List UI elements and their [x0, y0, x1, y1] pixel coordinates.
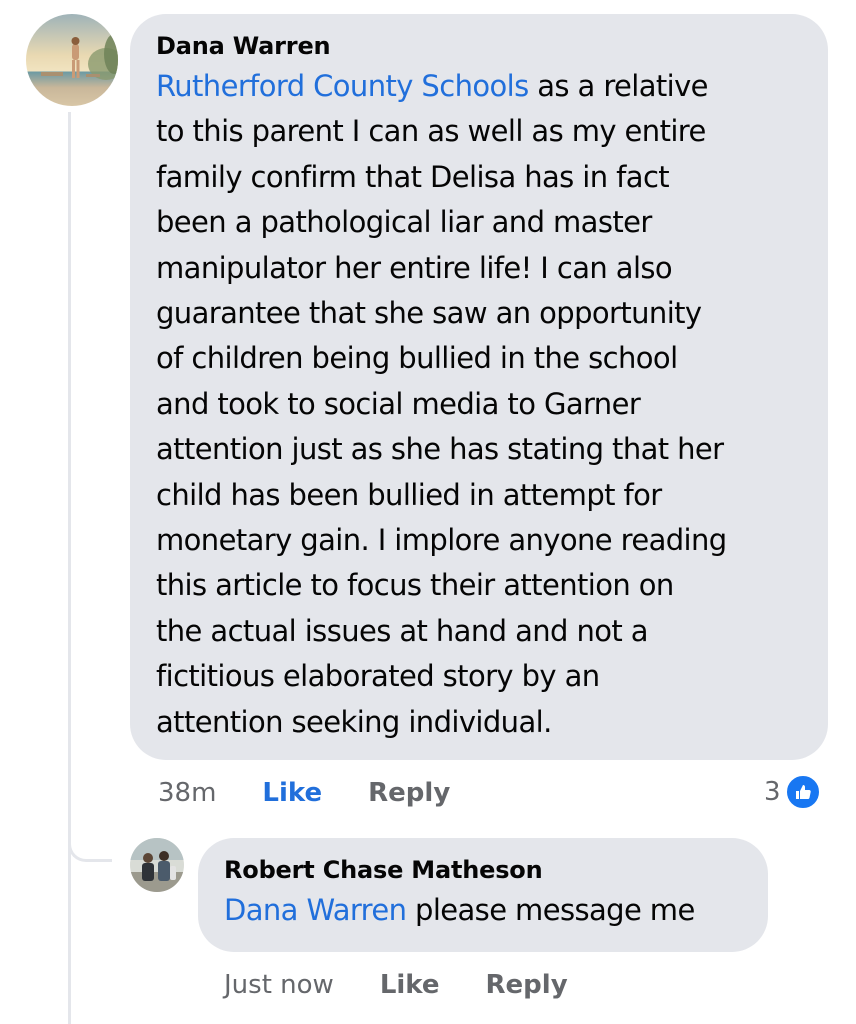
comment-line: as a relative [528, 69, 708, 103]
reply-actions: Just now Like Reply [224, 964, 614, 1006]
comment-line: been a pathological liar and master [156, 205, 652, 240]
comment-line: attention seeking individual. [156, 704, 552, 739]
comment-line: manipulator her entire life! I can also [156, 250, 673, 285]
reply-avatar[interactable] [130, 838, 184, 892]
comment-line: child has been bullied in attempt for [156, 477, 662, 512]
reaction-count: 3 [764, 777, 781, 807]
comment-line: fictitious elaborated story by an [156, 659, 600, 694]
avatar[interactable] [26, 14, 118, 106]
mention-link[interactable]: Dana Warren [224, 893, 407, 927]
comment-line: this article to focus their attention on [156, 568, 674, 603]
comment-timestamp[interactable]: 38m [158, 778, 216, 808]
thread-branch-connector [68, 800, 112, 862]
comment-line: the actual issues at hand and not a [156, 613, 649, 648]
people-photo-avatar [130, 838, 184, 892]
comment-author[interactable]: Dana Warren [156, 28, 804, 64]
reply-body: please message me [406, 893, 695, 927]
comment-line: to this parent I can as well as my entir… [156, 114, 706, 149]
comment-line: attention just as she has stating that h… [156, 432, 724, 467]
comment-thread: Dana Warren Rutherford County Schools as… [0, 0, 856, 1024]
comment-line: family confirm that Delisa has in fact [156, 159, 670, 194]
comment-line: monetary gain. I implore anyone reading [156, 523, 727, 558]
comment-actions: 38m Like Reply [158, 772, 496, 814]
mention-link[interactable]: Rutherford County Schools [156, 69, 529, 103]
reply-button[interactable]: Reply [486, 970, 568, 1000]
like-button[interactable]: Like [262, 778, 322, 808]
thumbs-up-icon [784, 774, 821, 810]
comment-line: guarantee that she saw an opportunity [156, 296, 702, 331]
reply-author[interactable]: Robert Chase Matheson [224, 852, 744, 888]
reply-bubble: Robert Chase Matheson Dana Warren please… [198, 838, 768, 952]
thread-line [68, 112, 71, 1024]
reply-button[interactable]: Reply [368, 778, 450, 808]
reaction-summary[interactable]: 3 [764, 772, 821, 812]
beach-photo-avatar [26, 14, 118, 106]
like-button[interactable]: Like [380, 970, 440, 1000]
comment-line: and took to social media to Garner [156, 386, 641, 421]
comment-text: Rutherford County Schools as a relative t… [156, 64, 804, 745]
reply-timestamp[interactable]: Just now [224, 970, 334, 1000]
comment-bubble: Dana Warren Rutherford County Schools as… [130, 14, 828, 760]
comment-line: of children being bullied in the school [156, 341, 678, 376]
reply-text: Dana Warren please message me [224, 888, 744, 932]
